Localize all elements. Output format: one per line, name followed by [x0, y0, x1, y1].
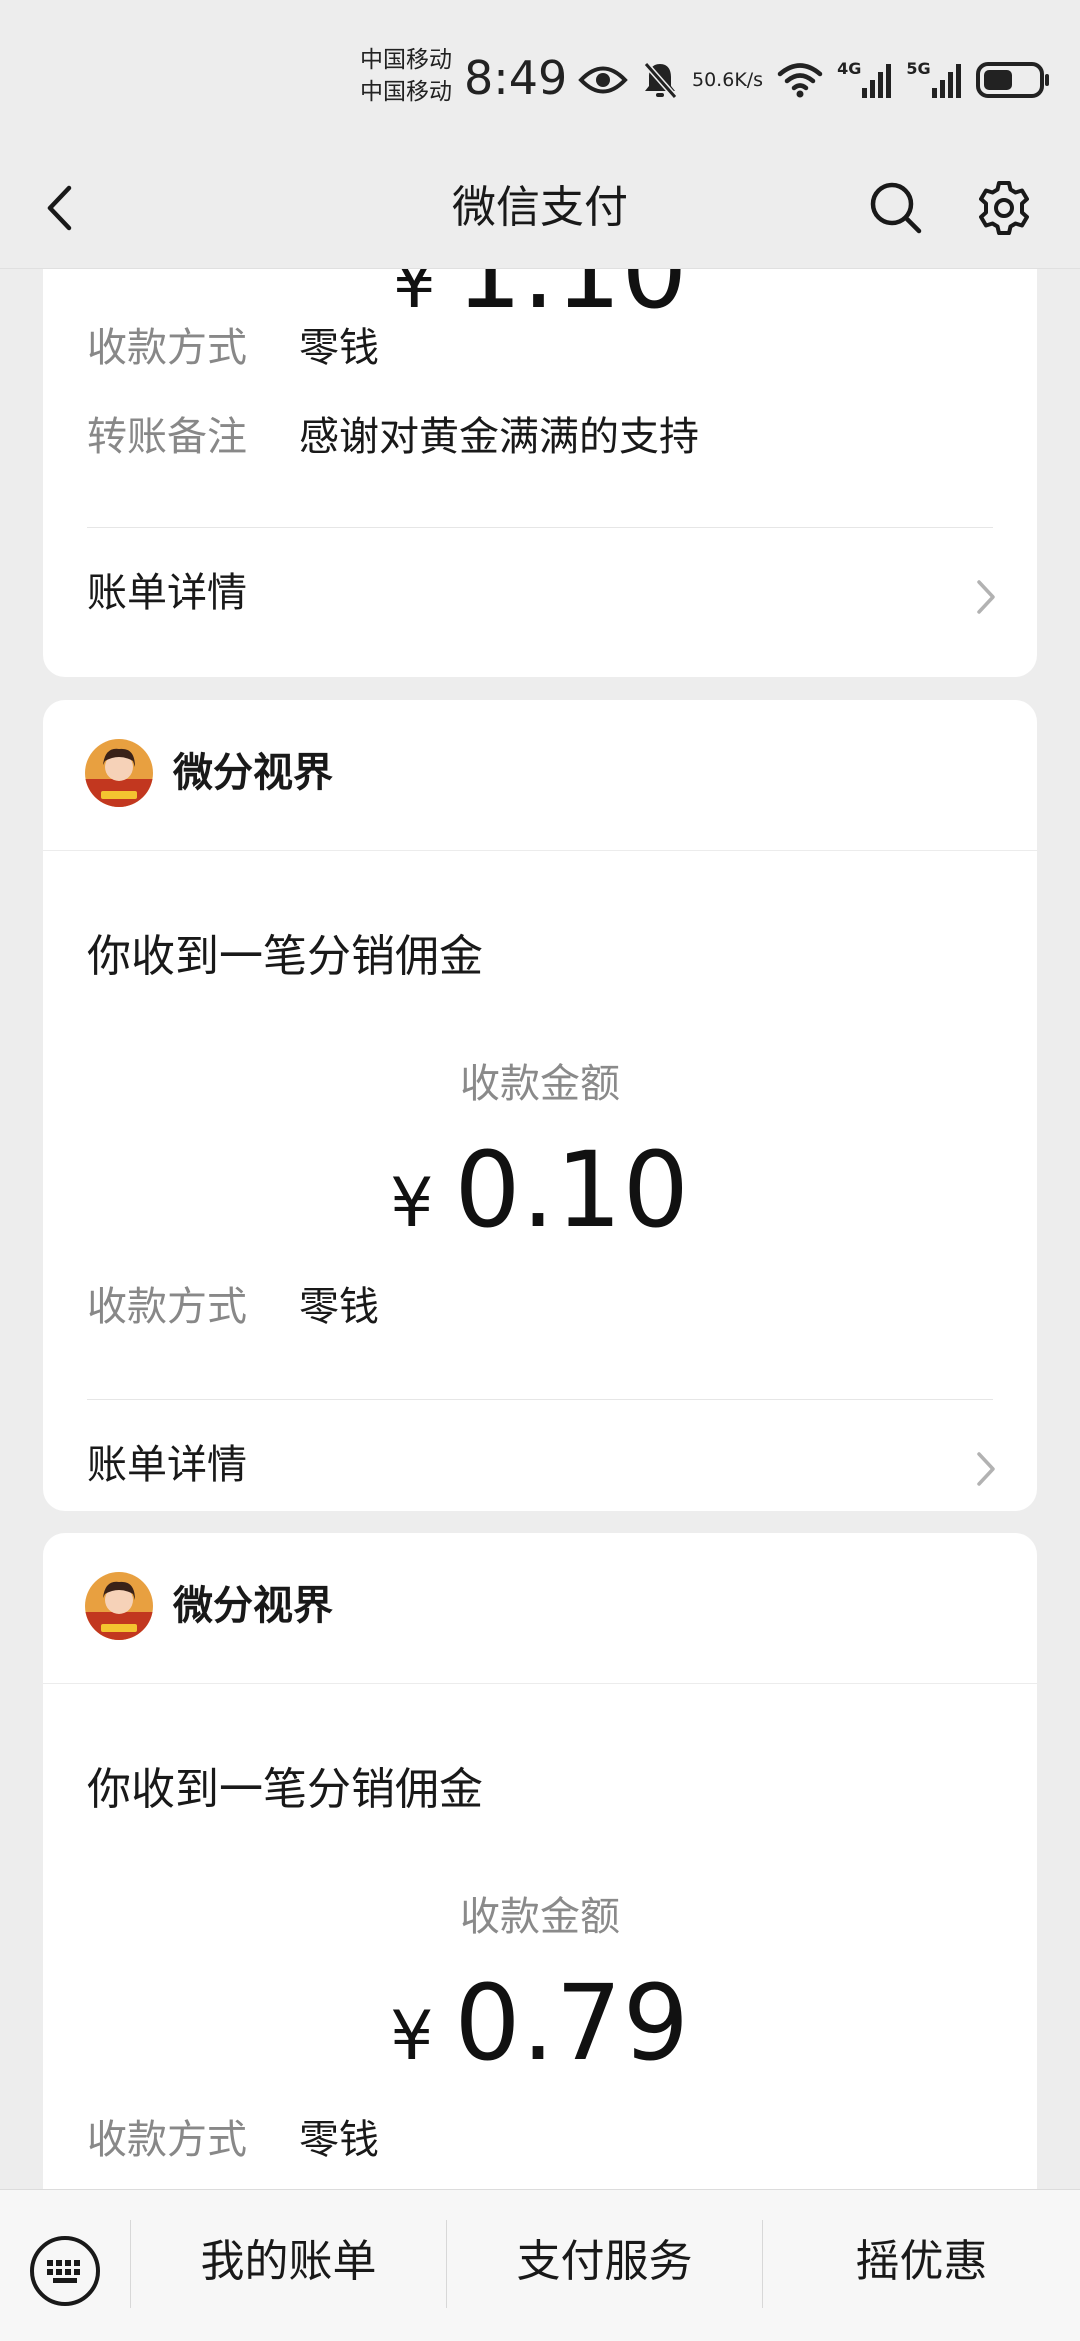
signal-5g: 5G — [906, 58, 961, 98]
menu-shake-offers[interactable]: 摇优惠 — [763, 2230, 1080, 2294]
keyboard-icon — [30, 2236, 100, 2306]
account-name[interactable]: 微分视界 — [173, 1578, 333, 1634]
avatar-image — [85, 739, 153, 807]
divider — [87, 1399, 993, 1400]
message-list: ¥1.10 收款方式 零钱 转账备注 感谢对黄金满满的支持 账单详情 微分视界 你收… — [0, 269, 1080, 2189]
settings-button[interactable] — [974, 178, 1034, 238]
carrier-1: 中国移动 — [360, 47, 452, 73]
payment-method-row: 收款方式 零钱 — [87, 1279, 379, 1335]
payment-method-label: 收款方式 — [87, 1284, 247, 1330]
chevron-right-icon — [977, 580, 995, 614]
account-avatar[interactable] — [85, 739, 153, 807]
payment-method-value: 零钱 — [299, 325, 379, 371]
wifi-icon — [777, 61, 823, 99]
menu-my-bills[interactable]: 我的账单 — [131, 2230, 446, 2294]
bill-details-link[interactable]: 账单详情 — [43, 539, 1037, 649]
account-avatar[interactable] — [85, 1572, 153, 1640]
transfer-note-label: 转账备注 — [87, 414, 247, 460]
message-title: 你收到一笔分销佣金 — [87, 931, 483, 982]
divider — [43, 1683, 1037, 1684]
status-bar: 中国移动 中国移动 8:49 50.6 K/s 4G 5G — [0, 0, 1080, 150]
carrier-names: 中国移动 中国移动 — [360, 44, 452, 108]
bell-muted-icon — [642, 60, 678, 100]
transfer-note-row: 转账备注 感谢对黄金满满的支持 — [87, 409, 699, 465]
chevron-right-icon — [977, 1452, 995, 1486]
bottom-menu-bar: 我的账单 支付服务 摇优惠 — [0, 2189, 1080, 2341]
divider — [43, 850, 1037, 851]
status-icons: 50.6 K/s 4G 5G — [578, 56, 1066, 104]
account-name[interactable]: 微分视界 — [173, 745, 333, 801]
status-time: 8:49 — [464, 51, 568, 105]
keyboard-toggle-button[interactable] — [28, 2234, 102, 2308]
payment-message-card: 微分视界 你收到一笔分销佣金 收款金额 ¥0.10 收款方式 零钱 账单详情 — [43, 700, 1037, 1511]
network-label-5g: 5G — [906, 58, 931, 78]
avatar-image — [85, 1572, 153, 1640]
amount-label: 收款金额 — [460, 1061, 620, 1107]
gear-icon — [979, 181, 1029, 235]
payment-method-value: 零钱 — [299, 1284, 379, 1330]
payment-method-label: 收款方式 — [87, 325, 247, 371]
nav-bar: 微信支付 — [0, 150, 1080, 269]
network-speed: 50.6 K/s — [692, 69, 763, 91]
amount-value: ¥0.10 — [390, 1129, 690, 1251]
amount-value: ¥0.79 — [390, 1962, 690, 2084]
amount-label: 收款金额 — [460, 1894, 620, 1940]
speed-value: 50.6 — [692, 69, 735, 91]
carrier-2: 中国移动 — [360, 79, 452, 105]
network-label-4g: 4G — [837, 58, 862, 78]
payment-method-row: 收款方式 零钱 — [87, 320, 379, 376]
payment-message-card: ¥1.10 收款方式 零钱 转账备注 感谢对黄金满满的支持 账单详情 — [43, 269, 1037, 677]
search-button[interactable] — [866, 178, 926, 238]
payment-method-label: 收款方式 — [87, 2117, 247, 2163]
signal-4g: 4G — [837, 58, 892, 98]
signal-bars-icon — [931, 64, 961, 98]
bill-details-label: 账单详情 — [87, 1442, 247, 1488]
bill-details-link[interactable]: 账单详情 — [43, 1411, 1037, 1511]
payment-message-card: 微分视界 你收到一笔分销佣金 收款金额 ¥0.79 收款方式 零钱 — [43, 1533, 1037, 2189]
eye-icon — [578, 63, 628, 97]
speed-unit: K/s — [734, 69, 764, 91]
payment-method-value: 零钱 — [299, 2117, 379, 2163]
menu-payment-services[interactable]: 支付服务 — [447, 2230, 762, 2294]
transfer-note-value: 感谢对黄金满满的支持 — [299, 414, 699, 460]
divider — [87, 527, 993, 528]
search-icon — [870, 182, 922, 234]
message-title: 你收到一笔分销佣金 — [87, 1764, 483, 1815]
payment-method-row: 收款方式 零钱 — [87, 2112, 379, 2168]
signal-bars-icon — [862, 64, 892, 98]
bill-details-label: 账单详情 — [87, 570, 247, 616]
battery-icon — [975, 61, 1052, 99]
